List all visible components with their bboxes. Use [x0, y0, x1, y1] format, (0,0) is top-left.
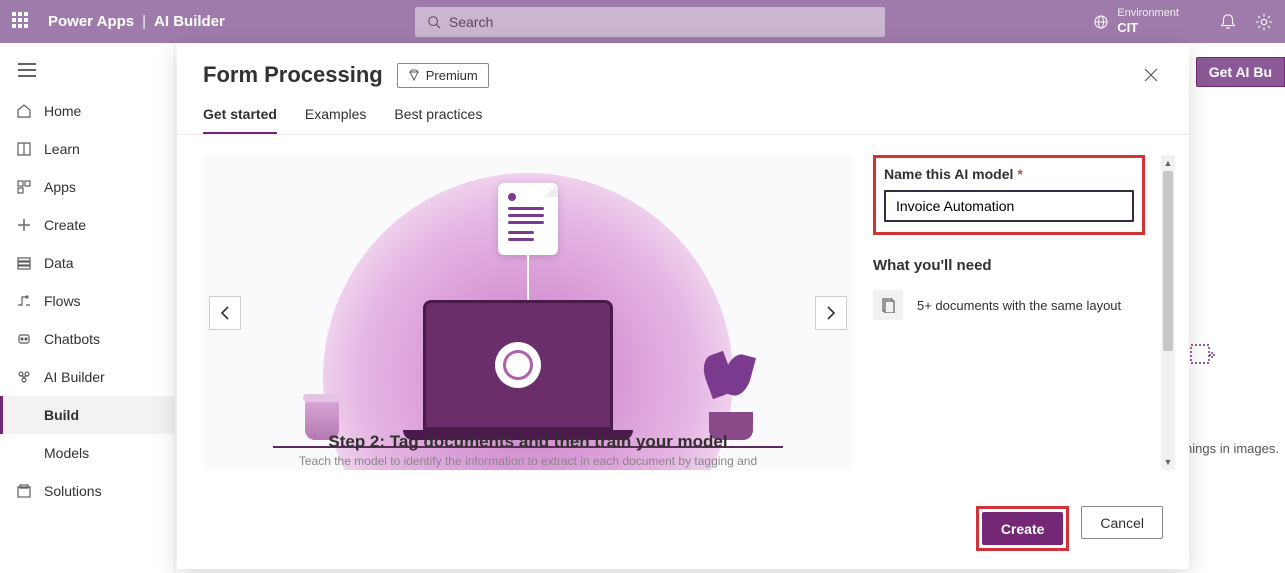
sidebar-item-create[interactable]: Create: [0, 206, 174, 244]
plus-icon: [16, 217, 32, 233]
settings-icon[interactable]: [1255, 13, 1273, 31]
sidebar-item-solutions[interactable]: Solutions: [0, 472, 174, 510]
top-bar: Power Apps | AI Builder Environment CIT: [0, 0, 1285, 43]
tab-best-practices[interactable]: Best practices: [394, 106, 482, 134]
scroll-down-icon[interactable]: ▼: [1163, 456, 1173, 468]
scroll-up-icon[interactable]: ▲: [1163, 157, 1173, 169]
sidebar-item-label: Chatbots: [44, 331, 100, 347]
brand-app: Power Apps: [48, 13, 134, 30]
sidebar-item-flows[interactable]: Flows: [0, 282, 174, 320]
sidebar-item-data[interactable]: Data: [0, 244, 174, 282]
hamburger-icon[interactable]: [0, 51, 174, 92]
brand-title: Power Apps | AI Builder: [48, 13, 225, 30]
sidebar-item-build[interactable]: Build: [0, 396, 174, 434]
laptop-icon: [423, 300, 633, 440]
decor-icon: [1187, 341, 1217, 371]
carousel-next-button[interactable]: [815, 296, 847, 330]
sidebar-item-home[interactable]: Home: [0, 92, 174, 130]
diamond-icon: [408, 69, 420, 81]
search-box[interactable]: [415, 7, 885, 37]
chatbot-icon: [16, 331, 32, 347]
sidebar-item-label: Build: [44, 407, 79, 423]
sidebar-item-label: Create: [44, 217, 86, 233]
app-launcher-icon[interactable]: [12, 12, 32, 32]
brand-section: AI Builder: [154, 13, 225, 30]
sidebar-item-label: Flows: [44, 293, 81, 309]
tab-examples[interactable]: Examples: [305, 106, 366, 134]
model-name-input[interactable]: [884, 190, 1134, 222]
documents-icon: [873, 290, 903, 320]
environment-picker[interactable]: Environment CIT: [1093, 7, 1179, 36]
sidebar-item-label: Models: [44, 445, 89, 461]
create-button[interactable]: Create: [982, 512, 1064, 545]
illustration: [203, 155, 853, 470]
data-icon: [16, 255, 32, 271]
apps-icon: [16, 179, 32, 195]
solutions-icon: [16, 483, 32, 499]
name-label: Name this AI model: [884, 166, 1013, 182]
sidebar-item-label: Solutions: [44, 483, 102, 499]
premium-badge: Premium: [397, 63, 489, 88]
sidebar-item-learn[interactable]: Learn: [0, 130, 174, 168]
notifications-icon[interactable]: [1219, 13, 1237, 31]
close-button[interactable]: [1139, 63, 1163, 87]
scroll-thumb[interactable]: [1163, 171, 1173, 351]
requirement-row: 5+ documents with the same layout: [873, 290, 1145, 320]
book-icon: [16, 141, 32, 157]
dialog-tabs: Get started Examples Best practices: [177, 88, 1189, 135]
left-sidebar: Home Learn Apps Create Data Flows Chatbo…: [0, 43, 175, 573]
premium-label: Premium: [426, 68, 478, 83]
chevron-left-icon: [220, 306, 230, 320]
bg-hint-text: nings in images.: [1185, 441, 1279, 456]
sidebar-item-ai-builder[interactable]: AI Builder: [0, 358, 174, 396]
flows-icon: [16, 293, 32, 309]
step-title: Step 2: Tag documents and then train you…: [243, 432, 813, 452]
what-youll-need-title: What you'll need: [873, 257, 1145, 274]
dialog-title: Form Processing: [203, 62, 383, 88]
home-icon: [16, 103, 32, 119]
sidebar-item-apps[interactable]: Apps: [0, 168, 174, 206]
illustration-carousel: Step 2: Tag documents and then train you…: [203, 155, 853, 470]
ai-builder-icon: [16, 369, 32, 385]
gear-icon: [495, 342, 541, 388]
form-processing-dialog: Form Processing Premium Get started Exam…: [177, 44, 1189, 569]
sidebar-item-label: Apps: [44, 179, 76, 195]
required-asterisk: *: [1017, 166, 1022, 182]
env-label: Environment: [1117, 7, 1179, 20]
env-name: CIT: [1117, 20, 1179, 36]
sidebar-item-label: Learn: [44, 141, 80, 157]
environment-icon: [1093, 14, 1109, 30]
document-icon: [498, 183, 558, 255]
requirement-text: 5+ documents with the same layout: [917, 298, 1121, 313]
chevron-right-icon: [826, 306, 836, 320]
search-input[interactable]: [449, 14, 873, 30]
sidebar-item-label: Home: [44, 103, 81, 119]
name-field-highlight: Name this AI model *: [873, 155, 1145, 235]
search-icon: [427, 15, 441, 29]
get-ai-builder-button[interactable]: Get AI Bu: [1196, 57, 1285, 87]
cancel-button[interactable]: Cancel: [1081, 506, 1163, 539]
step-desc: Teach the model to identify the informat…: [243, 454, 813, 468]
dialog-scrollbar[interactable]: ▲ ▼: [1161, 155, 1175, 470]
sidebar-item-label: Data: [44, 255, 74, 271]
carousel-prev-button[interactable]: [209, 296, 241, 330]
sidebar-item-chatbots[interactable]: Chatbots: [0, 320, 174, 358]
sidebar-item-models[interactable]: Models: [0, 434, 174, 472]
tab-get-started[interactable]: Get started: [203, 106, 277, 134]
sidebar-item-label: AI Builder: [44, 369, 105, 385]
brand-separator: |: [142, 13, 146, 30]
create-button-highlight: Create: [976, 506, 1070, 551]
close-icon: [1144, 68, 1158, 82]
